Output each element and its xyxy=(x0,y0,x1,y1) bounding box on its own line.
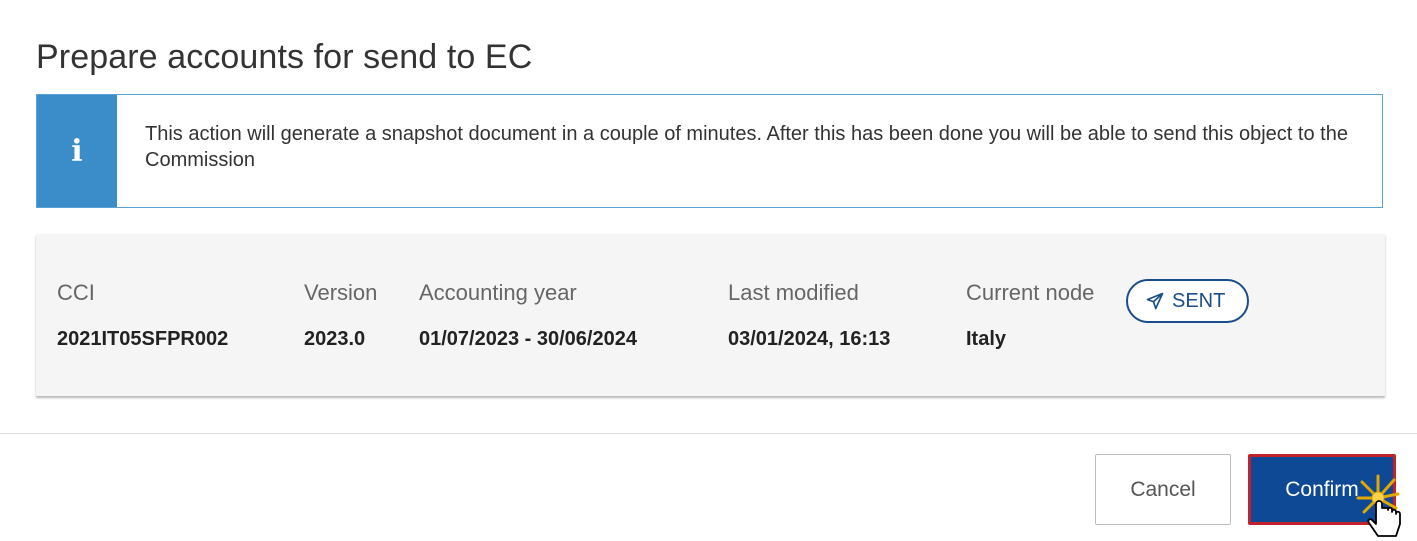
status-badge-label: SENT xyxy=(1172,289,1226,312)
last-modified-value: 03/01/2024, 16:13 xyxy=(728,328,891,350)
cci-label: CCI xyxy=(57,280,95,305)
last-modified-label: Last modified xyxy=(728,280,859,305)
hand-pointer-cursor-icon xyxy=(1356,474,1401,537)
summary-last-modified: Last modified 03/01/2024, 16:13 xyxy=(728,280,890,351)
summary-current-node: Current node Italy xyxy=(966,280,1094,351)
version-value: 2023.0 xyxy=(304,328,366,350)
cci-value: 2021IT05SFPR002 xyxy=(57,328,229,350)
summary-cci: CCI 2021IT05SFPR002 xyxy=(57,280,228,351)
prepare-accounts-dialog: Prepare accounts for send to EC i This a… xyxy=(0,0,1417,541)
version-label: Version xyxy=(304,280,378,305)
accounting-year-value: 01/07/2023 - 30/06/2024 xyxy=(419,328,637,350)
accounting-year-label: Accounting year xyxy=(419,280,577,305)
current-node-value: Italy xyxy=(966,328,1007,350)
summary-accounting-year: Accounting year 01/07/2023 - 30/06/2024 xyxy=(419,280,637,351)
info-stripe: i xyxy=(37,95,117,207)
object-summary-panel: CCI 2021IT05SFPR002 Version 2023.0 Accou… xyxy=(36,234,1385,396)
dialog-title: Prepare accounts for send to EC xyxy=(36,38,533,76)
status-badge: SENT xyxy=(1126,279,1250,323)
cancel-button[interactable]: Cancel xyxy=(1095,454,1231,525)
paper-plane-icon xyxy=(1146,292,1164,310)
info-message-box: i This action will generate a snapshot d… xyxy=(36,94,1383,208)
info-icon: i xyxy=(71,133,83,169)
summary-version: Version 2023.0 xyxy=(304,280,377,351)
current-node-label: Current node xyxy=(966,280,1095,305)
footer-divider xyxy=(0,433,1417,434)
info-message-text: This action will generate a snapshot doc… xyxy=(145,123,1348,171)
